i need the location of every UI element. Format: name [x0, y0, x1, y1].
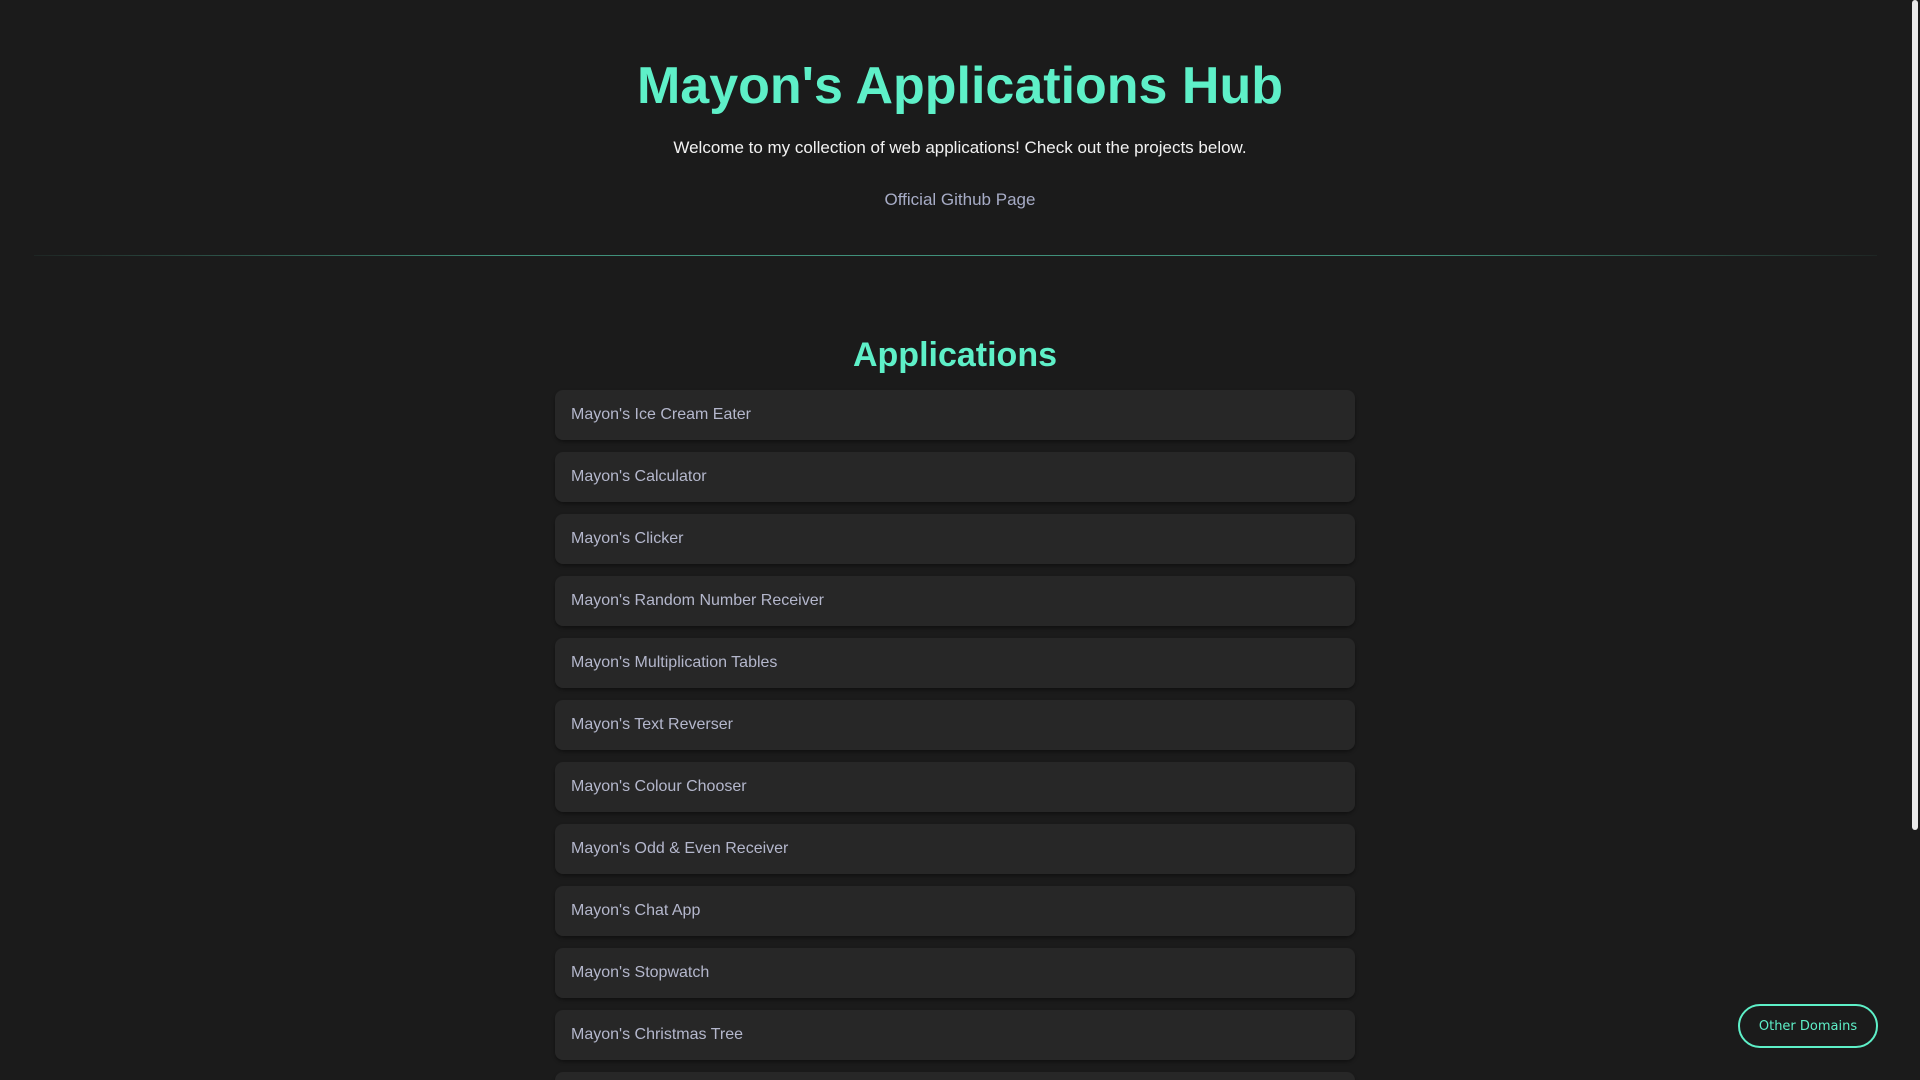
page-header: Mayon's Applications Hub Welcome to my c…: [0, 0, 1920, 210]
page-subtitle: Welcome to my collection of web applicat…: [673, 138, 1247, 157]
scrollbar-thumb[interactable]: [1912, 0, 1918, 830]
app-item-clicker[interactable]: Mayon's Clicker: [555, 514, 1355, 564]
page-title: Mayon's Applications Hub: [636, 57, 1284, 115]
app-item-label: Mayon's Random Number Receiver: [571, 592, 824, 609]
app-item-random-number-receiver[interactable]: Mayon's Random Number Receiver: [555, 576, 1355, 626]
app-item-label: Mayon's Clicker: [571, 530, 684, 547]
header-divider: [34, 255, 1877, 256]
app-item-ice-cream-eater[interactable]: Mayon's Ice Cream Eater: [555, 390, 1355, 440]
app-item-label: Mayon's Chat App: [571, 902, 701, 919]
github-link[interactable]: Official Github Page: [885, 190, 1036, 210]
scrollbar[interactable]: [1910, 0, 1920, 1080]
app-item-calculator[interactable]: Mayon's Calculator: [555, 452, 1355, 502]
app-item-label: Mayon's Ice Cream Eater: [571, 406, 752, 423]
app-item-label: Mayon's Christmas Tree: [571, 1026, 743, 1043]
app-item-partial[interactable]: [555, 1072, 1355, 1080]
app-item-label: Mayon's Odd & Even Receiver: [571, 840, 789, 857]
applications-heading: Applications: [852, 336, 1058, 374]
app-item-label: Mayon's Calculator: [571, 468, 707, 485]
app-item-text-reverser[interactable]: Mayon's Text Reverser: [555, 700, 1355, 750]
other-domains-button[interactable]: Other Domains: [1738, 1004, 1878, 1048]
app-item-chat-app[interactable]: Mayon's Chat App: [555, 886, 1355, 936]
app-item-stopwatch[interactable]: Mayon's Stopwatch: [555, 948, 1355, 998]
app-item-label: Mayon's Text Reverser: [571, 716, 733, 733]
app-item-christmas-tree[interactable]: Mayon's Christmas Tree: [555, 1010, 1355, 1060]
page: Mayon's Applications Hub Welcome to my c…: [0, 0, 1920, 1080]
app-item-label: Mayon's Multiplication Tables: [571, 654, 778, 671]
app-item-label: Mayon's Stopwatch: [571, 964, 710, 981]
app-item-label: Mayon's Colour Chooser: [571, 778, 747, 795]
app-item-colour-chooser[interactable]: Mayon's Colour Chooser: [555, 762, 1355, 812]
applications-list: Mayon's Ice Cream Eater Mayon's Calculat…: [555, 390, 1355, 1080]
app-item-odd-even-receiver[interactable]: Mayon's Odd & Even Receiver: [555, 824, 1355, 874]
app-item-multiplication-tables[interactable]: Mayon's Multiplication Tables: [555, 638, 1355, 688]
